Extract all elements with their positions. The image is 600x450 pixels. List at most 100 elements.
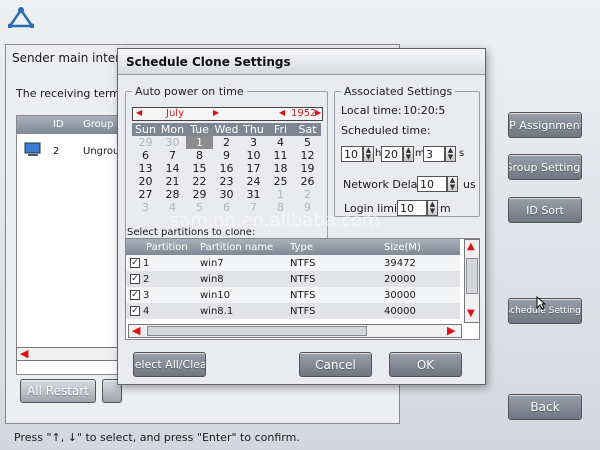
calendar-day[interactable]: 18	[267, 162, 294, 175]
cancel-button[interactable]: Cancel	[299, 352, 372, 377]
calendar-day[interactable]: 27	[132, 188, 159, 201]
calendar-day[interactable]: 30	[159, 136, 186, 149]
terminal-row-id[interactable]: 2	[53, 146, 59, 157]
partition-vscroll[interactable]: ▲ ▼	[464, 239, 480, 323]
ip-assignment-button[interactable]: IP Assignment	[508, 112, 582, 138]
prev-year-icon[interactable]: ◀	[279, 108, 285, 117]
calendar-day[interactable]: 22	[186, 175, 213, 188]
calendar-day[interactable]: 7	[159, 149, 186, 162]
partition-row[interactable]: ✓ 3 win10 NTFS 30000	[126, 287, 460, 303]
partition-row[interactable]: ✓ 4 win8.1 NTFS 40000	[126, 303, 460, 319]
calendar-day[interactable]: 12	[294, 149, 321, 162]
mouse-cursor-icon	[536, 295, 547, 313]
auto-power-title: Auto power on time	[132, 85, 247, 98]
partition-name-cell: win8.1	[196, 303, 286, 319]
calendar-day[interactable]: 6	[132, 149, 159, 162]
terminal-list: ID Group name 2 Ungrouped	[16, 115, 126, 375]
prev-month-icon[interactable]: ◀	[136, 108, 142, 117]
calendar-day[interactable]: 3	[132, 201, 159, 214]
calendar-day[interactable]: 28	[159, 188, 186, 201]
partition-name-cell: win10	[196, 287, 286, 303]
scroll-right-icon[interactable]: ▶	[447, 324, 455, 337]
partition-table: Partition Partition name Type Size(M) ✓ 1…	[126, 239, 460, 319]
hour-stepper[interactable]: ▲ ▼	[363, 146, 374, 162]
calendar-day[interactable]: 1	[267, 188, 294, 201]
calendar-weekday: Fri	[267, 123, 294, 136]
hscroll-thumb[interactable]	[147, 326, 367, 336]
calendar-day[interactable]: 1	[186, 136, 213, 149]
calendar-day[interactable]: 9	[213, 149, 240, 162]
minute-stepper[interactable]: ▲ ▼	[403, 146, 414, 162]
calendar-day[interactable]: 14	[159, 162, 186, 175]
calendar-day[interactable]: 3	[240, 136, 267, 149]
status-bar: Press "↑, ↓" to select, and press "Enter…	[14, 431, 300, 444]
partition-name-col-header: Partition name	[196, 239, 286, 255]
checkbox-checked-icon[interactable]: ✓	[130, 273, 140, 284]
calendar-day[interactable]: 23	[213, 175, 240, 188]
calendar-day[interactable]: 2	[294, 188, 321, 201]
calendar-day[interactable]: 24	[240, 175, 267, 188]
calendar-day[interactable]: 19	[294, 162, 321, 175]
scroll-down-icon[interactable]: ▼	[467, 308, 475, 319]
login-limit-input[interactable]: 10	[397, 200, 427, 216]
ok-button[interactable]: OK	[389, 352, 462, 377]
checkbox-checked-icon[interactable]: ✓	[130, 289, 140, 300]
minute-input[interactable]: 20	[381, 146, 403, 162]
calendar-day[interactable]: 21	[159, 175, 186, 188]
partition-name-cell: win8	[196, 271, 286, 287]
calendar-day[interactable]: 26	[294, 175, 321, 188]
group-settings-button[interactable]: Group Settings	[508, 154, 582, 180]
calendar-day[interactable]: 25	[267, 175, 294, 188]
calendar-year[interactable]: 1952	[291, 108, 316, 119]
app-logo-icon	[7, 6, 35, 29]
partition-type-cell: NTFS	[286, 287, 380, 303]
checkbox-checked-icon[interactable]: ✓	[130, 257, 140, 268]
calendar-day[interactable]: 31	[240, 188, 267, 201]
partition-num-cell: ✓ 3	[126, 287, 196, 303]
calendar-grid: Sun Mon Tue Wed Thu Fri Sat 29 30 1 2 3 4 5 6 7 8 9 10 11 12…	[132, 123, 321, 214]
scroll-up-icon[interactable]: ▲	[467, 241, 475, 252]
login-limit-stepper[interactable]: ▲ ▼	[427, 200, 438, 216]
checkbox-checked-icon[interactable]: ✓	[130, 305, 140, 316]
second-stepper[interactable]: ▲ ▼	[445, 146, 456, 162]
next-year-icon[interactable]: ▶	[315, 108, 321, 117]
partition-hscroll[interactable]: ◀ ▶	[128, 324, 462, 338]
partition-size-cell: 30000	[380, 287, 460, 303]
network-delay-input[interactable]: 10	[417, 176, 447, 192]
partition-row[interactable]: ✓ 1 win7 NTFS 39472	[126, 255, 460, 271]
calendar-day[interactable]: 4	[267, 136, 294, 149]
calendar-weekday: Sat	[294, 123, 321, 136]
id-sort-button[interactable]: ID Sort	[508, 197, 582, 223]
network-delay-unit: us	[463, 178, 476, 191]
back-button[interactable]: Back	[508, 394, 582, 420]
calendar-day[interactable]: 8	[186, 149, 213, 162]
calendar-month[interactable]: July	[166, 108, 184, 119]
select-all-clear-button[interactable]: Select All/Clear	[133, 352, 206, 377]
scheduled-time-label: Scheduled time:	[341, 124, 431, 137]
calendar-day[interactable]: 29	[132, 136, 159, 149]
calendar-day[interactable]: 20	[132, 175, 159, 188]
scroll-left-icon[interactable]: ◀	[132, 324, 140, 337]
partition-type-cell: NTFS	[286, 271, 380, 287]
calendar-day[interactable]: 13	[132, 162, 159, 175]
calendar-day[interactable]: 16	[213, 162, 240, 175]
partition-row[interactable]: ✓ 2 win8 NTFS 20000	[126, 271, 460, 287]
next-month-icon[interactable]: ▶	[213, 108, 219, 117]
calendar-day[interactable]: 15	[186, 162, 213, 175]
calendar-day[interactable]: 29	[186, 188, 213, 201]
calendar-day[interactable]: 5	[294, 136, 321, 149]
hour-input[interactable]: 10	[341, 146, 363, 162]
calendar-day[interactable]: 30	[213, 188, 240, 201]
calendar-day[interactable]: 17	[240, 162, 267, 175]
calendar-day[interactable]: 10	[240, 149, 267, 162]
terminal-list-hscroll[interactable]: ◀	[16, 347, 126, 361]
calendar-day[interactable]: 11	[267, 149, 294, 162]
network-delay-stepper[interactable]: ▲ ▼	[447, 176, 458, 192]
calendar-weekday: Thu	[240, 123, 267, 136]
calendar-day[interactable]: 2	[213, 136, 240, 149]
all-restart-button[interactable]: All Restart	[20, 379, 96, 403]
second-input[interactable]: 3	[423, 146, 445, 162]
scroll-left-icon[interactable]: ◀	[20, 347, 28, 360]
watermark-text: saming.en.alibaba.com	[170, 210, 380, 231]
vscroll-thumb[interactable]	[466, 258, 478, 294]
